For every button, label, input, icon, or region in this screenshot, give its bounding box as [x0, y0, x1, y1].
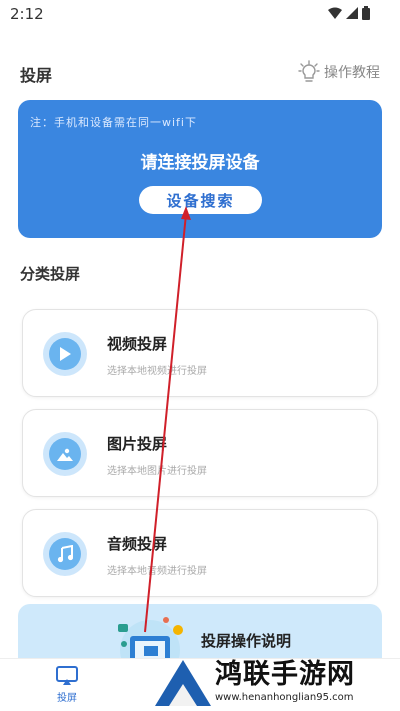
page-title: 投屏 [20, 66, 53, 85]
audio-cast-desc: 选择本地音频进行投屏 [107, 566, 207, 577]
wifi-icon [328, 7, 342, 19]
image-icon [57, 448, 73, 461]
tab-cast-label: 投屏 [57, 693, 77, 704]
cast-guide-label: 投屏操作说明 [201, 632, 292, 650]
status-bar: 2:12 [0, 0, 400, 28]
video-cast-desc: 选择本地视频进行投屏 [107, 366, 207, 377]
image-cast-title: 图片投屏 [107, 435, 168, 453]
cast-icon [56, 666, 78, 685]
tutorial-label: 操作教程 [324, 65, 380, 81]
status-icons [328, 6, 370, 20]
category-section-title: 分类投屏 [20, 265, 81, 283]
play-icon [60, 347, 71, 361]
lightbulb-icon [298, 60, 320, 82]
page-header: 投屏 操作教程 [20, 60, 380, 85]
audio-icon-circle [43, 532, 87, 576]
watermark-title: 鸿联手游网 [215, 659, 355, 690]
image-cast-card[interactable]: 图片投屏 选择本地图片进行投屏 [22, 409, 378, 497]
video-cast-title: 视频投屏 [107, 335, 168, 353]
connect-heading: 请连接投屏设备 [140, 153, 260, 173]
image-icon-circle [43, 432, 87, 476]
tab-cast[interactable]: 投屏 [50, 665, 84, 704]
video-cast-card[interactable]: 视频投屏 选择本地视频进行投屏 [22, 309, 378, 397]
signal-icon [346, 7, 358, 19]
wifi-note: 注：手机和设备需在同一wifi下 [30, 116, 197, 129]
music-icon [57, 545, 73, 563]
video-icon-circle [43, 332, 87, 376]
device-search-button[interactable]: 设备搜索 [139, 186, 262, 214]
watermark: 鸿联手游网 www.henanhonglian95.com [155, 650, 400, 711]
status-time: 2:12 [10, 5, 44, 23]
watermark-url: www.henanhonglian95.com [215, 692, 354, 703]
audio-cast-card[interactable]: 音频投屏 选择本地音频进行投屏 [22, 509, 378, 597]
watermark-logo-icon [155, 660, 211, 706]
connect-card: 注：手机和设备需在同一wifi下 请连接投屏设备 设备搜索 [18, 100, 382, 238]
audio-cast-title: 音频投屏 [107, 535, 168, 553]
image-cast-desc: 选择本地图片进行投屏 [107, 466, 207, 477]
tutorial-link[interactable]: 操作教程 [298, 60, 380, 84]
battery-icon [362, 6, 370, 20]
